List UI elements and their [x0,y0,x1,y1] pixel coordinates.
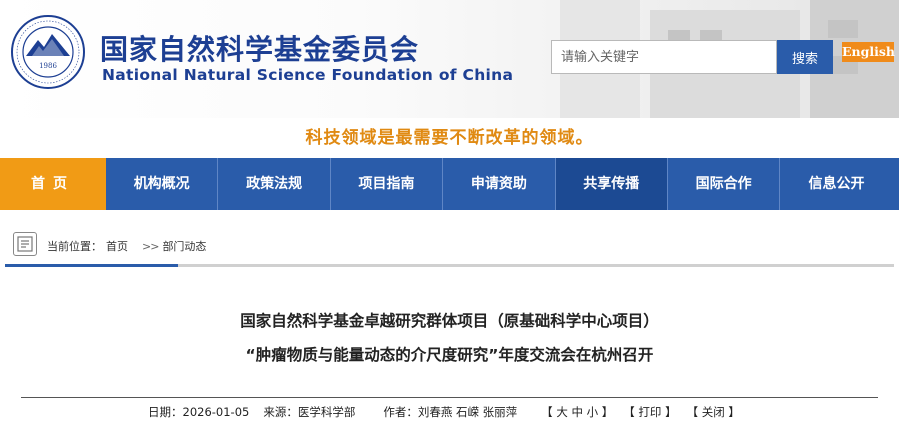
source-label: 来源： [263,405,298,419]
svg-text:1986: 1986 [39,62,57,70]
article-title-line1: 国家自然科学基金卓越研究群体项目（原基础科学中心项目） [240,312,659,330]
author-label: 作者： [383,405,418,419]
font-size-bracket-open: 【 [541,405,553,419]
article-title-line2: “肿瘤物质与能量动态的介尺度研究”年度交流会在杭州召开 [245,346,654,364]
slogan-banner: 科技领域是最需要不断改革的领域。 [305,128,594,148]
breadcrumb-current[interactable]: 部门动态 [162,240,206,253]
meta-divider [21,397,878,398]
nav-item-disclosure[interactable]: 信息公开 [780,158,892,210]
article-meta: 日期：2026-01-05 来源：医学科学部 作者：刘春燕 石嵘 张丽萍【 大 中 … [148,404,740,420]
breadcrumb-text: 当前位置： 首页 >> 部门动态 [47,238,210,254]
nsfc-logo-icon[interactable]: 1986 [10,14,86,90]
location-icon [13,232,37,256]
nav-item-apply[interactable]: 申请资助 [443,158,556,210]
article-source: 医学科学部 [297,405,356,419]
breadcrumb-divider-accent [5,264,178,267]
english-button[interactable]: English [842,42,895,62]
search-input[interactable] [551,40,777,74]
font-small-link[interactable]: 小 [587,405,599,419]
article-authors: 刘春燕 石嵘 张丽萍 [417,405,518,419]
breadcrumb-prefix: 当前位置： [47,240,102,253]
header-building-bg [828,20,858,38]
main-nav: 首页 机构概况 政策法规 项目指南 申请资助 共享传播 国际合作 信息公开 [0,158,899,210]
nav-item-about[interactable]: 机构概况 [106,158,219,210]
print-link[interactable]: 【 打印 】 [623,405,676,419]
nav-item-policy[interactable]: 政策法规 [218,158,331,210]
nav-item-guide[interactable]: 项目指南 [331,158,444,210]
site-title: 国家自然科学基金委员会 [100,33,420,66]
article-date: 2026-01-05 [182,405,250,419]
breadcrumb-separator: >> [142,240,159,253]
close-link[interactable]: 【 关闭 】 [687,405,740,419]
font-large-link[interactable]: 大 [556,405,568,419]
font-medium-link[interactable]: 中 [571,405,583,419]
nav-item-home[interactable]: 首页 [0,158,106,210]
breadcrumb: 当前位置： 首页 >> 部门动态 [5,230,894,267]
site-header: 1986 国家自然科学基金委员会 National Natural Scienc… [0,0,899,118]
search-button[interactable]: 搜索 [777,40,833,74]
breadcrumb-home-link[interactable]: 首页 [106,240,128,253]
font-size-bracket-close: 】 [601,405,614,419]
nav-item-share[interactable]: 共享传播 [555,158,668,210]
site-title-en: National Natural Science Foundation of C… [102,66,514,84]
nav-item-international[interactable]: 国际合作 [668,158,781,210]
date-label: 日期： [148,405,183,419]
